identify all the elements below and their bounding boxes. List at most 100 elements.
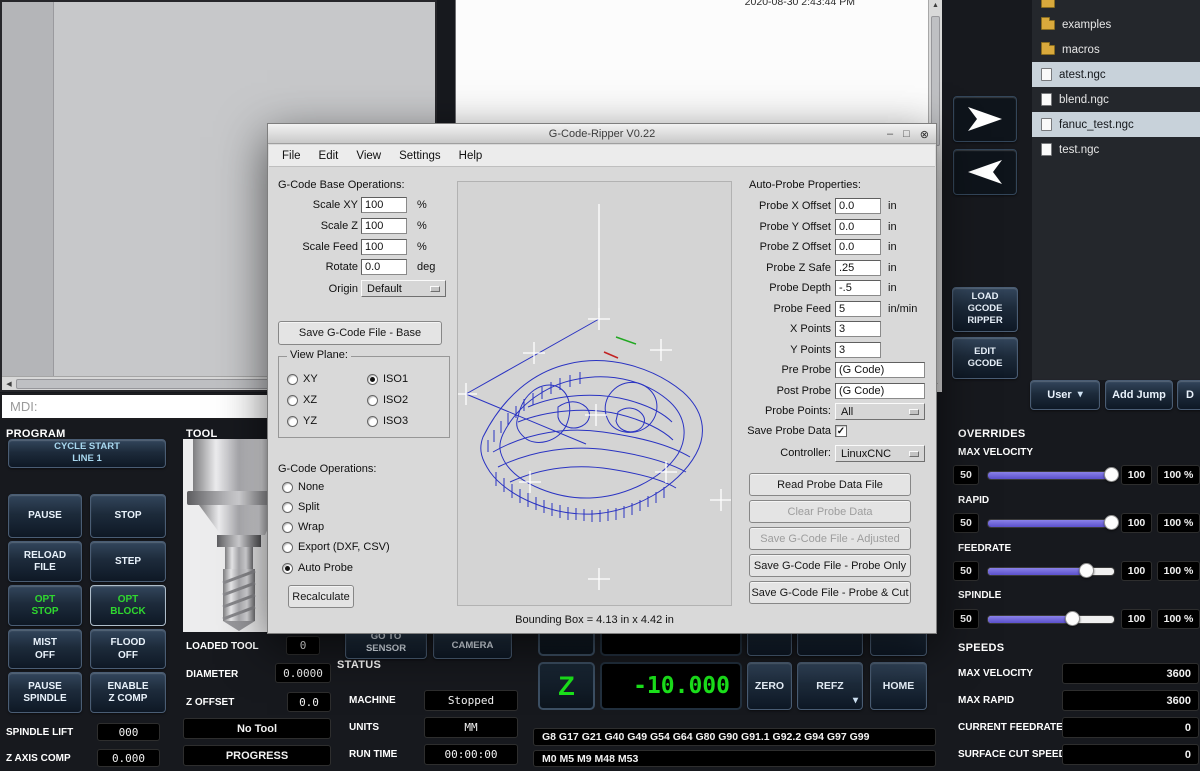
rotate-input[interactable] — [361, 259, 407, 275]
jog-arrow-left-button[interactable] — [953, 149, 1017, 195]
load-gcode-ripper-button[interactable]: LOAD GCODE RIPPER — [952, 287, 1018, 332]
reload-file-button[interactable]: RELOADFILE — [8, 541, 82, 582]
radio-view-xy[interactable]: XY — [287, 373, 318, 385]
max-velocity-override: 50 100 100 % — [953, 464, 1200, 486]
file-row-selected[interactable]: atest.ngc — [1032, 62, 1200, 87]
units-value: MM — [424, 717, 518, 738]
scale-xy-label: Scale XY — [276, 199, 358, 211]
z-axis-letter: Z — [538, 662, 595, 710]
probe-y-offset-input[interactable] — [835, 219, 881, 235]
post-probe-input[interactable] — [835, 383, 925, 399]
x-points-input[interactable] — [835, 321, 881, 337]
pause-button[interactable]: PAUSE — [8, 494, 82, 538]
machine-label: MACHINE — [349, 695, 396, 706]
radio-view-iso3[interactable]: ISO3 — [367, 415, 408, 427]
current-feedrate-label: CURRENT FEEDRATE — [958, 722, 1063, 733]
probe-z-safe-unit: in — [888, 262, 897, 274]
user-button[interactable]: User ▾ — [1030, 380, 1100, 410]
cycle-start-button[interactable]: CYCLE START LINE 1 — [8, 439, 166, 468]
pause-spindle-button[interactable]: PAUSESPINDLE — [8, 672, 82, 713]
origin-dropdown[interactable]: Default — [361, 280, 446, 297]
scale-z-input[interactable] — [361, 218, 407, 234]
scale-feed-input[interactable] — [361, 239, 407, 255]
probe-z-offset-input[interactable] — [835, 239, 881, 255]
step-button[interactable]: STEP — [90, 541, 166, 582]
read-probe-data-button[interactable]: Read Probe Data File — [749, 473, 911, 496]
stop-button[interactable]: STOP — [90, 494, 166, 538]
mist-off-button[interactable]: MISTOFF — [8, 629, 82, 669]
radio-op-wrap[interactable]: Wrap — [282, 521, 324, 533]
z-axis-dro: -10.000 — [600, 662, 742, 710]
z-ref-button[interactable]: REFZ ▾ — [797, 662, 863, 710]
radio-view-yz[interactable]: YZ — [287, 415, 317, 427]
z-axis-comp-value: 0.000 — [97, 749, 160, 767]
window-title: G-Code-Ripper V0.22 — [549, 128, 655, 140]
probe-depth-input[interactable] — [835, 280, 881, 296]
rotate-unit: deg — [417, 261, 435, 273]
file-row[interactable]: test.ngc — [1032, 137, 1200, 162]
machine-state-value: Stopped — [424, 690, 518, 711]
save-probe-data-checkbox[interactable]: ✓ — [835, 425, 847, 437]
file-row[interactable]: blend.ngc — [1032, 87, 1200, 112]
probe-x-offset-unit: in — [888, 200, 897, 212]
clipped-button[interactable]: D — [1177, 380, 1200, 410]
z-zero-button[interactable]: ZERO — [747, 662, 792, 710]
probe-x-offset-input[interactable] — [835, 198, 881, 214]
slider-handle[interactable] — [1104, 467, 1119, 482]
probe-points-dropdown[interactable]: All — [835, 403, 925, 420]
pre-probe-input[interactable] — [835, 362, 925, 378]
jog-arrow-right-button[interactable] — [953, 96, 1017, 142]
radio-op-auto-probe[interactable]: Auto Probe — [282, 562, 353, 574]
recalculate-button[interactable]: Recalculate — [288, 585, 354, 608]
feedrate-slider[interactable] — [987, 567, 1115, 576]
file-row[interactable]: macros — [1032, 37, 1200, 62]
spindle-slider[interactable] — [987, 615, 1115, 624]
menu-settings[interactable]: Settings — [390, 147, 450, 165]
rapid-slider[interactable] — [987, 519, 1115, 528]
probe-z-safe-input[interactable] — [835, 260, 881, 276]
opt-block-button[interactable]: OPTBLOCK — [90, 585, 166, 626]
flood-off-button[interactable]: FLOODOFF — [90, 629, 166, 669]
clear-probe-data-button: Clear Probe Data — [749, 500, 911, 523]
radio-view-xz[interactable]: XZ — [287, 394, 317, 406]
controller-dropdown[interactable]: LinuxCNC — [835, 445, 925, 462]
add-jump-button[interactable]: Add Jump — [1105, 380, 1173, 410]
save-gcode-base-button[interactable]: Save G-Code File - Base — [278, 321, 442, 345]
window-minimize-icon[interactable]: – — [887, 128, 893, 140]
radio-op-none[interactable]: None — [282, 481, 324, 493]
folder-icon — [1041, 45, 1055, 55]
window-close-icon[interactable]: ⊗ — [920, 128, 929, 141]
feedrate-override-label: FEEDRATE — [958, 543, 1011, 554]
scroll-left-icon[interactable]: ◀ — [2, 380, 16, 388]
menu-help[interactable]: Help — [450, 147, 492, 165]
window-maximize-icon[interactable]: □ — [903, 128, 910, 140]
max-velocity-slider[interactable] — [987, 471, 1115, 480]
radio-view-iso2[interactable]: ISO2 — [367, 394, 408, 406]
z-home-button[interactable]: HOME — [870, 662, 927, 710]
menu-file[interactable]: File — [273, 147, 310, 165]
enable-z-comp-button[interactable]: ENABLEZ COMP — [90, 672, 166, 713]
menu-edit[interactable]: Edit — [310, 147, 348, 165]
slider-handle[interactable] — [1079, 563, 1094, 578]
scroll-up-icon[interactable]: ▲ — [929, 2, 942, 9]
window-titlebar[interactable]: G-Code-Ripper V0.22 – □ ⊗ — [268, 124, 936, 144]
edit-gcode-button[interactable]: EDIT GCODE — [952, 337, 1018, 379]
save-gcode-probe-only-button[interactable]: Save G-Code File - Probe Only — [749, 554, 911, 577]
probe-z-safe-label: Probe Z Safe — [713, 262, 831, 274]
scale-xy-input[interactable] — [361, 197, 407, 213]
radio-op-export[interactable]: Export (DXF, CSV) — [282, 541, 390, 553]
opt-stop-button[interactable]: OPTSTOP — [8, 585, 82, 626]
radio-icon — [367, 416, 378, 427]
probe-feed-input[interactable] — [835, 301, 881, 317]
y-points-input[interactable] — [835, 342, 881, 358]
radio-op-split[interactable]: Split — [282, 501, 319, 513]
save-gcode-probe-cut-button[interactable]: Save G-Code File - Probe & Cut — [749, 581, 911, 604]
file-row-selected[interactable]: fanuc_test.ngc — [1032, 112, 1200, 137]
file-row[interactable]: examples — [1032, 12, 1200, 37]
slider-handle[interactable] — [1065, 611, 1080, 626]
menu-view[interactable]: View — [347, 147, 390, 165]
radio-view-iso1[interactable]: ISO1 — [367, 373, 408, 385]
slider-handle[interactable] — [1104, 515, 1119, 530]
file-icon — [1041, 68, 1052, 81]
folder-icon — [1041, 0, 1055, 8]
